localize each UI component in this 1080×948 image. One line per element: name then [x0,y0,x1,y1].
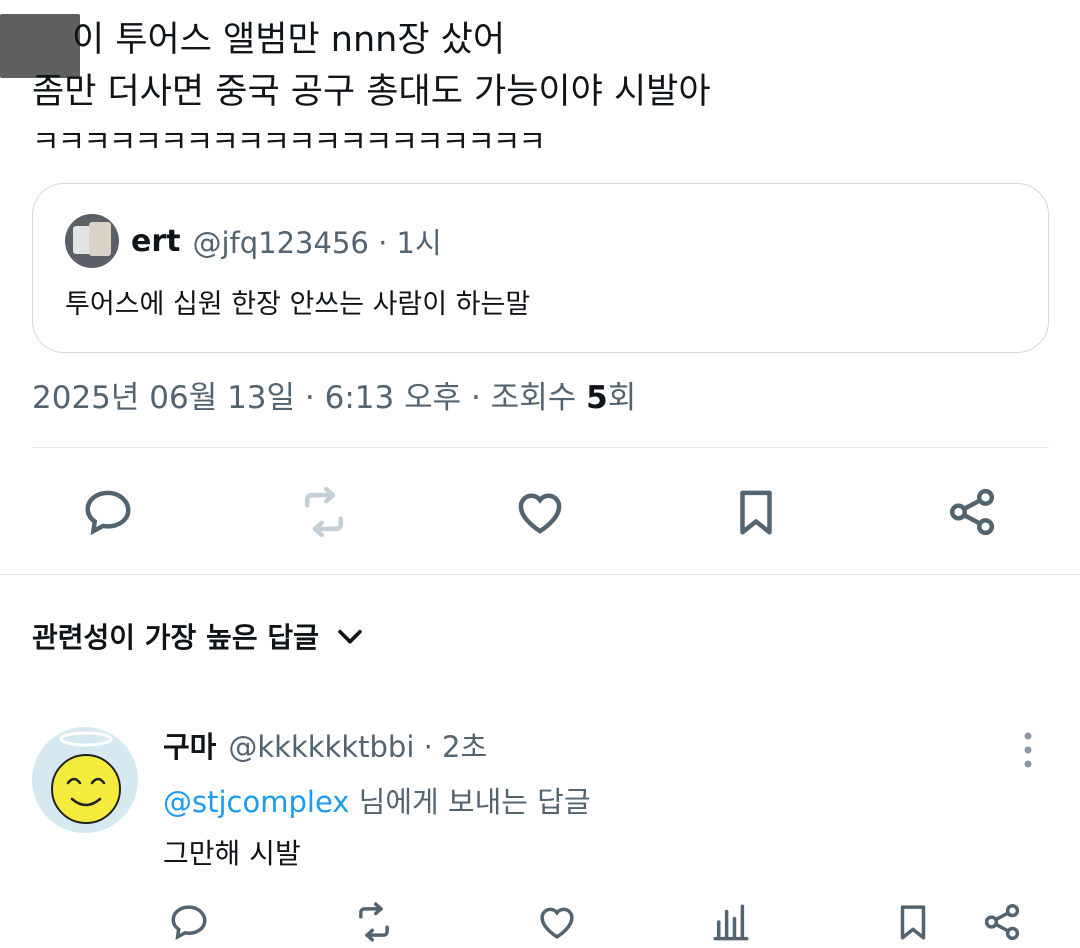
retweet-button[interactable] [295,483,353,541]
reply-header: 구마 @kkkkkktbbi · 2초 [163,724,487,766]
reply-reply-button[interactable] [165,898,213,946]
reply-user-name[interactable]: 구마 [163,724,216,766]
more-options-button[interactable] [1008,730,1048,770]
more-vertical-icon [1024,732,1032,768]
reply-button[interactable] [79,483,137,541]
replying-to-suffix: 님에게 보내는 답글 [349,785,591,819]
share-button[interactable] [943,483,1001,541]
reply-sort-label: 관련성이 가장 높은 답글 [32,621,319,654]
section-divider [0,574,1080,575]
tweet-metadata: 2025년 06월 13일 · 6:13 오후 · 조회수 5회 [32,372,636,417]
bookmark-icon [900,905,926,940]
quoted-tweet-body: 투어스에 십원 한장 안쓰는 사람이 하는말 [65,289,531,320]
share-icon [949,488,995,536]
reply-icon [85,490,131,536]
mention-link[interactable]: @stjcomplex [163,785,349,819]
share-icon [984,903,1020,941]
heart-icon [540,907,574,939]
reply-user-handle: @kkkkkktbbi · 2초 [228,730,488,764]
reply-sort-dropdown[interactable]: 관련성이 가장 높은 답글 [32,616,367,656]
view-count: 5 [586,380,608,416]
reply-action-bar [0,898,1080,946]
quoted-user-handle: @jfq123456 · 1시 [192,226,442,260]
retweet-icon [304,486,344,538]
quoted-user-avatar[interactable] [65,214,119,268]
angel-smiley-icon [51,731,121,824]
reply-icon [171,905,207,941]
reply-body: 그만해 시발 [163,837,301,870]
tweet-line-3: ㅋㅋㅋㅋㅋㅋㅋㅋㅋㅋㅋㅋㅋㅋㅋㅋㅋㅋㅋㅋ [32,125,546,160]
replying-to: @stjcomplex 님에게 보내는 답글 [163,779,591,821]
reply-user-avatar[interactable] [32,727,138,833]
tweet-line-1: 이 투어스 앨범만 nnn장 샀어 [72,20,506,60]
like-button[interactable] [511,483,569,541]
divider [32,447,1049,448]
tweet-text: 이 투어스 앨범만 nnn장 샀어 좀만 더사면 중국 공구 총대도 가능이야 … [32,14,1042,168]
analytics-icon [713,904,749,941]
tweet-line-2: 좀만 더사면 중국 공구 총대도 가능이야 시발아 [32,72,711,112]
reply-bookmark-button[interactable] [889,898,937,946]
retweet-icon [359,902,389,942]
view-count-unit: 회 [607,380,637,416]
reply-like-button[interactable] [533,898,581,946]
quoted-user-name[interactable]: ert [131,224,180,259]
quoted-tweet-card[interactable]: ert @jfq123456 · 1시 투어스에 십원 한장 안쓰는 사람이 하… [32,183,1049,353]
reply-views-button[interactable] [707,898,755,946]
bookmark-button[interactable] [727,483,785,541]
chevron-down-icon [338,629,362,644]
heart-icon [518,493,562,534]
quoted-tweet-header: ert @jfq123456 · 1시 [65,214,442,268]
bookmark-icon [740,490,772,535]
tweet-timestamp[interactable]: 2025년 06월 13일 · 6:13 오후 · 조회수 [32,380,586,416]
reply-retweet-button[interactable] [350,898,398,946]
tweet-action-bar [0,483,1080,541]
reply-share-button[interactable] [978,898,1026,946]
